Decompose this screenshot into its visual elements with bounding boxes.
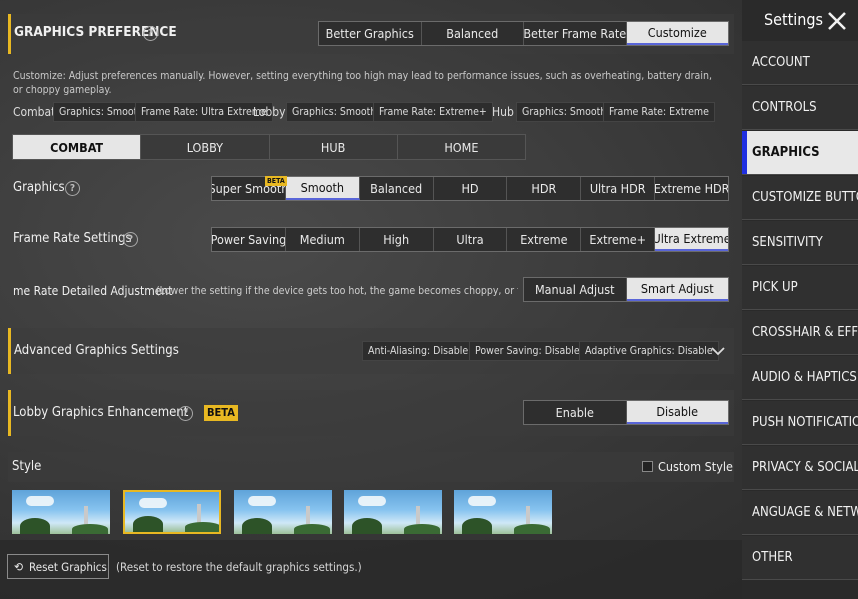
style-thumbnail[interactable]: [454, 490, 552, 534]
lobby-disable-option[interactable]: Disable: [626, 401, 728, 424]
summary-hub-label: Hub: [492, 105, 514, 119]
detailed-adjust-label: me Rate Detailed Adjustment: [13, 284, 173, 298]
graphics-help-icon[interactable]: ?: [65, 181, 80, 196]
detailed-adjust-selector: Manual Adjust Smart Adjust: [523, 277, 729, 302]
graphics-opt-balanced[interactable]: Balanced: [360, 177, 434, 200]
footer-bar: [0, 540, 742, 599]
sidebar-title: Settings: [764, 10, 824, 29]
style-thumbnail[interactable]: [344, 490, 442, 534]
pref-customize[interactable]: Customize: [626, 22, 728, 45]
style-band: [8, 452, 734, 482]
sidebar-item-account[interactable]: ACCOUNT: [742, 41, 858, 85]
tab-combat[interactable]: COMBAT: [13, 135, 142, 159]
lobby-beta-badge: BETA: [204, 405, 238, 421]
summary-lobby-label: Lobby: [253, 105, 286, 119]
reset-hint: (Reset to restore the default graphics s…: [116, 560, 362, 574]
style-label: Style: [12, 459, 42, 474]
fps-opt-ultra-extreme[interactable]: Ultra Extreme: [655, 228, 729, 251]
sidebar-item-pick-up[interactable]: PICK UP: [742, 266, 858, 310]
advanced-chips: Anti-Aliasing: Disable Power Saving: Dis…: [362, 341, 719, 361]
lobby-enh-help-icon[interactable]: ?: [178, 406, 193, 421]
custom-style-label: Custom Style: [658, 459, 733, 474]
lobby-enh-accent: [8, 390, 11, 436]
description-text: Customize: Adjust preferences manually. …: [13, 70, 712, 96]
fps-opt-ultra[interactable]: Ultra: [434, 228, 508, 251]
sidebar-item-audio[interactable]: AUDIO & HAPTICS: [742, 356, 858, 400]
style-thumbnail[interactable]: [123, 490, 221, 534]
detailed-adjust-row: me Rate Detailed Adjustment (Lower the s…: [0, 276, 518, 306]
graphics-opt-ultra-hdr[interactable]: Ultra HDR: [581, 177, 656, 200]
chip-adaptive-graphics: Adaptive Graphics: Disable: [579, 341, 719, 361]
lobby-enable-option[interactable]: Enable: [524, 401, 627, 424]
chip-power-saving: Power Saving: Disable: [469, 341, 586, 361]
detailed-adjust-hint: (Lower the setting if the device gets to…: [156, 285, 518, 297]
preference-selector: Better Graphics Balanced Better Frame Ra…: [318, 21, 729, 46]
sidebar-item-controls[interactable]: CONTROLS: [742, 86, 858, 130]
manual-adjust-option[interactable]: Manual Adjust: [524, 278, 627, 301]
summary-hub-graphics: Graphics: Smooth: [516, 102, 613, 122]
graphics-opt-smooth[interactable]: Smooth: [285, 177, 360, 200]
tab-hub[interactable]: HUB: [270, 135, 398, 159]
graphics-opt-hd[interactable]: HD: [434, 177, 508, 200]
frame-rate-selector: Power Saving Medium High Ultra Extreme E…: [211, 227, 729, 252]
beta-badge: BETA: [265, 176, 287, 186]
frame-rate-help-icon[interactable]: ?: [123, 232, 138, 247]
fps-opt-extreme-plus[interactable]: Extreme+: [581, 228, 656, 251]
tab-lobby[interactable]: LOBBY: [141, 135, 270, 159]
fps-opt-power-saving[interactable]: Power Saving: [212, 228, 286, 251]
summary-combat-label: Combat: [13, 105, 56, 119]
fps-opt-high[interactable]: High: [360, 228, 434, 251]
reset-graphics-label: Reset Graphics: [29, 559, 107, 574]
advanced-label: Advanced Graphics Settings: [14, 343, 179, 358]
sidebar-item-sensitivity[interactable]: SENSITIVITY: [742, 221, 858, 265]
pref-better-graphics[interactable]: Better Graphics: [319, 22, 422, 45]
graphics-opt-extreme-hdr[interactable]: Extreme HDR: [655, 177, 728, 200]
lobby-enh-selector: Enable Disable: [523, 400, 729, 425]
custom-style-checkbox[interactable]: [642, 461, 653, 472]
sidebar-item-customize-buttons[interactable]: CUSTOMIZE BUTTONS: [742, 176, 858, 220]
sidebar-item-privacy[interactable]: PRIVACY & SOCIAL: [742, 446, 858, 490]
sidebar-item-push-notifications[interactable]: PUSH NOTIFICATIONS: [742, 401, 858, 445]
fps-opt-extreme[interactable]: Extreme: [507, 228, 582, 251]
lobby-enh-label: Lobby Graphics Enhancement: [13, 405, 189, 420]
sidebar-item-crosshair[interactable]: CROSSHAIR & EFFEC: [742, 311, 858, 355]
fps-opt-medium[interactable]: Medium: [286, 228, 360, 251]
style-thumbnail[interactable]: [234, 490, 332, 534]
sidebar-item-other[interactable]: OTHER: [742, 536, 858, 580]
chip-anti-aliasing: Anti-Aliasing: Disable: [362, 341, 475, 361]
header-accent: [8, 14, 11, 54]
graphics-label: Graphics: [13, 180, 65, 195]
summary-hub-framerate: Frame Rate: Extreme: [603, 102, 715, 122]
summary-lobby-framerate: Frame Rate: Extreme+: [373, 102, 493, 122]
tab-home[interactable]: HOME: [398, 135, 525, 159]
close-icon[interactable]: [826, 10, 848, 32]
smart-adjust-option[interactable]: Smart Adjust: [626, 278, 728, 301]
advanced-accent: [8, 328, 11, 374]
pref-better-frame-rate[interactable]: Better Frame Rate: [524, 22, 627, 45]
mode-tabs: COMBAT LOBBY HUB HOME: [12, 134, 526, 160]
summary-lobby-graphics: Graphics: Smooth: [286, 102, 383, 122]
summary-row: Combat Graphics: Smooth Frame Rate: Ultr…: [13, 102, 733, 122]
graphics-selector: Super Smooth Smooth Balanced HD HDR Ultr…: [211, 176, 729, 201]
reset-graphics-button[interactable]: ⟲ Reset Graphics: [7, 554, 109, 579]
graphics-opt-hdr[interactable]: HDR: [507, 177, 582, 200]
chevron-down-icon[interactable]: [710, 345, 726, 357]
sidebar-item-graphics[interactable]: GRAPHICS: [742, 131, 858, 175]
frame-rate-label: Frame Rate Settings: [13, 231, 132, 246]
help-icon[interactable]: ?: [143, 26, 158, 41]
undo-icon: ⟲: [14, 559, 24, 574]
pref-balanced[interactable]: Balanced: [422, 22, 524, 45]
style-thumbnail[interactable]: [12, 490, 110, 534]
sidebar-item-language[interactable]: ANGUAGE & NETWOR: [742, 491, 858, 535]
